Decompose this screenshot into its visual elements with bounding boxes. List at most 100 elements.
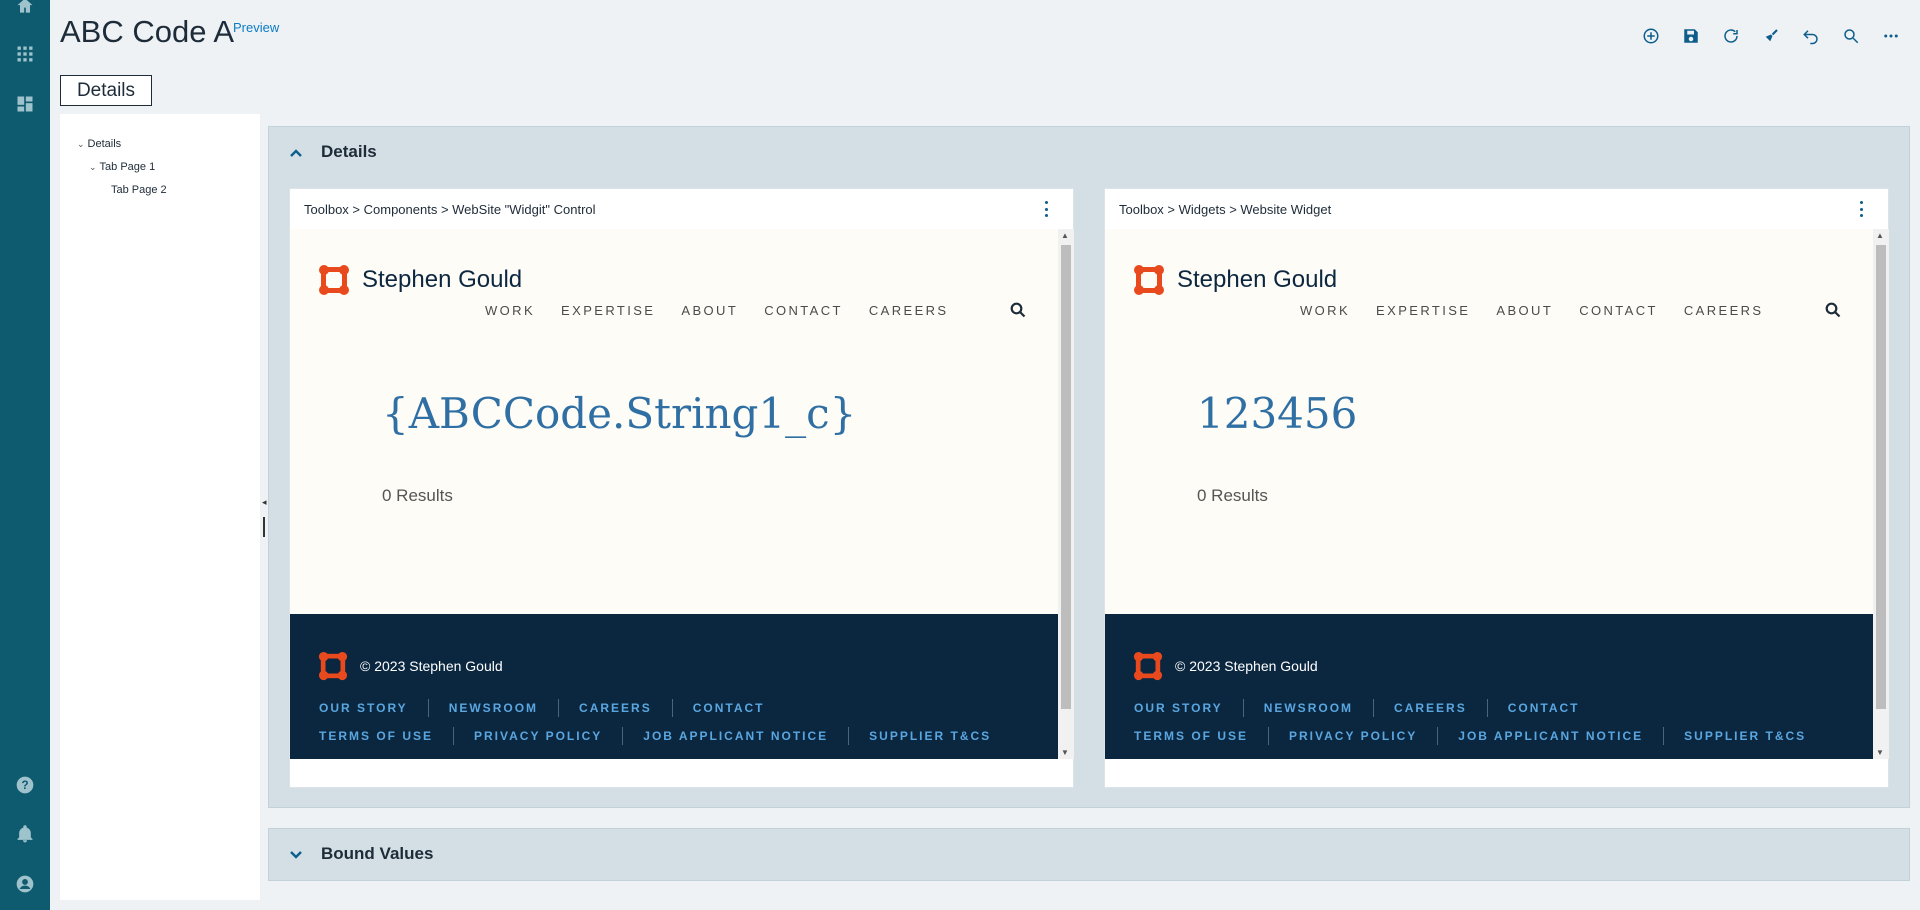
- results-count: 0 Results: [382, 486, 453, 505]
- section-title: Details: [321, 142, 377, 161]
- website-widget-card: Toolbox > Widgets > Website Widget Steph…: [1104, 188, 1889, 788]
- nav-expertise[interactable]: EXPERTISE: [1376, 303, 1470, 318]
- website-widgit-card: Toolbox > Components > WebSite "Widgit" …: [289, 188, 1074, 788]
- nav-work[interactable]: WORK: [485, 303, 535, 318]
- stephen-gould-logo-icon: [1134, 265, 1164, 295]
- add-button[interactable]: [1638, 24, 1664, 48]
- card-header: Toolbox > Widgets > Website Widget: [1105, 189, 1888, 229]
- details-section-header[interactable]: Details: [269, 127, 1909, 177]
- tree-item-tab-page-1[interactable]: ⌄ Tab Page 1: [89, 161, 155, 173]
- tree-item-label: Tab Page 1: [99, 161, 156, 173]
- frame-scrollbar[interactable]: ▲ ▼: [1873, 229, 1889, 759]
- footer-link-supplier[interactable]: SUPPLIER T&CS: [869, 729, 991, 743]
- add-icon: [1643, 28, 1659, 44]
- nav-careers[interactable]: CAREERS: [869, 303, 949, 318]
- footer-links-row-2: TERMS OF USE PRIVACY POLICY JOB APPLICAN…: [319, 727, 991, 745]
- more-icon: [1884, 34, 1898, 38]
- search-icon[interactable]: [1010, 302, 1026, 318]
- site-nav: WORK EXPERTISE ABOUT CONTACT CAREERS: [1300, 303, 1764, 318]
- site-footer: © 2023 Stephen Gould OUR STORY NEWSROOM …: [290, 614, 1058, 759]
- search-icon: [1844, 29, 1859, 44]
- footer-link-supplier[interactable]: SUPPLIER T&CS: [1684, 729, 1806, 743]
- nav-about[interactable]: ABOUT: [1496, 303, 1553, 318]
- card-menu-icon[interactable]: [1858, 201, 1864, 217]
- bound-values-section-header[interactable]: Bound Values: [269, 829, 1909, 879]
- bound-value: 123456: [1197, 389, 1358, 438]
- stephen-gould-logo-icon: [319, 265, 349, 295]
- resize-handle[interactable]: [263, 517, 265, 537]
- card-header: Toolbox > Components > WebSite "Widgit" …: [290, 189, 1073, 229]
- footer-link-terms[interactable]: TERMS OF USE: [319, 729, 433, 743]
- footer-link-privacy[interactable]: PRIVACY POLICY: [1289, 729, 1417, 743]
- footer-link-our-story[interactable]: OUR STORY: [1134, 701, 1223, 715]
- home-icon[interactable]: [13, 0, 37, 18]
- card-menu-icon[interactable]: [1043, 201, 1049, 217]
- clear-button[interactable]: [1758, 24, 1784, 48]
- left-rail: ?: [0, 0, 50, 910]
- footer-link-job-notice[interactable]: JOB APPLICANT NOTICE: [1458, 729, 1643, 743]
- scroll-up-icon[interactable]: ▲: [1061, 231, 1069, 240]
- tree-item-label: Details: [87, 138, 122, 150]
- refresh-icon: [1724, 29, 1738, 43]
- footer-link-privacy[interactable]: PRIVACY POLICY: [474, 729, 602, 743]
- help-icon[interactable]: ?: [13, 773, 37, 797]
- details-section: Details Toolbox > Components > WebSite "…: [268, 126, 1910, 808]
- nav-expertise[interactable]: EXPERTISE: [561, 303, 655, 318]
- scroll-down-icon[interactable]: ▼: [1061, 748, 1069, 757]
- svg-text:?: ?: [21, 779, 28, 792]
- footer-link-careers[interactable]: CAREERS: [1394, 701, 1467, 715]
- tree-panel: ⌄ Details ⌄ Tab Page 1 Tab Page 2: [60, 114, 260, 900]
- footer-link-newsroom[interactable]: NEWSROOM: [1264, 701, 1353, 715]
- website-frame[interactable]: Stephen Gould WORK EXPERTISE ABOUT CONTA…: [1105, 229, 1889, 759]
- refresh-button[interactable]: [1718, 24, 1744, 48]
- results-count: 0 Results: [1197, 486, 1268, 505]
- tree-item-details[interactable]: ⌄ Details: [77, 138, 121, 150]
- card-title: Toolbox > Widgets > Website Widget: [1119, 201, 1332, 217]
- chevron-down-icon: ⌄: [89, 161, 97, 172]
- footer-link-terms[interactable]: TERMS OF USE: [1134, 729, 1248, 743]
- nav-careers[interactable]: CAREERS: [1684, 303, 1764, 318]
- nav-work[interactable]: WORK: [1300, 303, 1350, 318]
- clear-icon: [1765, 29, 1778, 42]
- more-button[interactable]: [1878, 24, 1904, 48]
- footer-link-careers[interactable]: CAREERS: [579, 701, 652, 715]
- save-button[interactable]: [1678, 24, 1704, 48]
- brand-logo[interactable]: Stephen Gould: [318, 264, 522, 296]
- footer-link-contact[interactable]: CONTACT: [1508, 701, 1580, 715]
- page-title: ABC Code A: [60, 14, 235, 49]
- frame-scrollbar[interactable]: ▲ ▼: [1058, 229, 1074, 759]
- scroll-thumb[interactable]: [1061, 245, 1071, 709]
- user-icon[interactable]: [13, 872, 37, 896]
- scroll-up-icon[interactable]: ▲: [1876, 231, 1884, 240]
- bell-icon[interactable]: [13, 822, 37, 846]
- nav-contact[interactable]: CONTACT: [1579, 303, 1658, 318]
- footer-links-row-2: TERMS OF USE PRIVACY POLICY JOB APPLICAN…: [1134, 727, 1806, 745]
- scroll-thumb[interactable]: [1876, 245, 1886, 709]
- undo-icon: [1803, 30, 1818, 45]
- search-button[interactable]: [1838, 24, 1864, 48]
- dashboard-icon[interactable]: [13, 92, 37, 116]
- website-frame[interactable]: Stephen Gould WORK EXPERTISE ABOUT CONTA…: [290, 229, 1074, 759]
- scroll-down-icon[interactable]: ▼: [1876, 748, 1884, 757]
- collapse-panel-icon[interactable]: ◂: [262, 497, 267, 508]
- footer-link-job-notice[interactable]: JOB APPLICANT NOTICE: [643, 729, 828, 743]
- undo-button[interactable]: [1798, 24, 1824, 48]
- footer-link-contact[interactable]: CONTACT: [693, 701, 765, 715]
- bound-values-section: Bound Values: [268, 828, 1910, 881]
- footer-link-newsroom[interactable]: NEWSROOM: [449, 701, 538, 715]
- footer-links-row-1: OUR STORY NEWSROOM CAREERS CONTACT: [319, 699, 765, 717]
- site-footer: © 2023 Stephen Gould OUR STORY NEWSROOM …: [1105, 614, 1873, 759]
- site-nav: WORK EXPERTISE ABOUT CONTACT CAREERS: [485, 303, 949, 318]
- nav-contact[interactable]: CONTACT: [764, 303, 843, 318]
- website-content: Stephen Gould WORK EXPERTISE ABOUT CONTA…: [1105, 229, 1873, 759]
- search-icon[interactable]: [1825, 302, 1841, 318]
- nav-about[interactable]: ABOUT: [681, 303, 738, 318]
- tab-details[interactable]: Details: [60, 75, 152, 106]
- apps-grid-icon[interactable]: [13, 42, 37, 66]
- tree-item-tab-page-2[interactable]: Tab Page 2: [111, 184, 167, 196]
- save-icon: [1684, 29, 1698, 43]
- footer-link-our-story[interactable]: OUR STORY: [319, 701, 408, 715]
- stephen-gould-logo-icon: [1133, 651, 1163, 681]
- preview-link[interactable]: Preview: [233, 20, 279, 35]
- brand-logo[interactable]: Stephen Gould: [1133, 264, 1337, 296]
